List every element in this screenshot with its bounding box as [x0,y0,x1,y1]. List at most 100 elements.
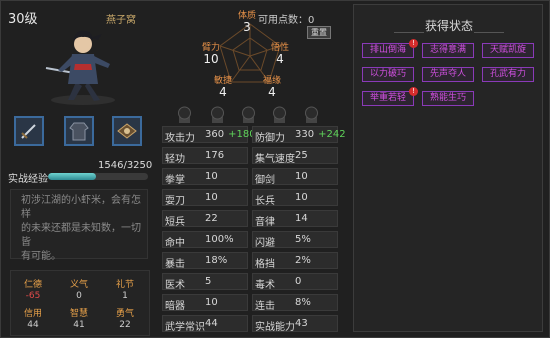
stat-row: 攻击力 360 +180 [162,126,256,144]
status-tag[interactable]: 以力破巧 [362,67,414,82]
stat-value: 44 [205,318,218,329]
gem-socket-icon[interactable] [240,104,257,124]
attribute-comprehension[interactable]: 悟性 4 [262,40,298,66]
exp-progress-fill [48,173,96,180]
trait-item: 信用 44 [13,306,53,330]
exp-progress-bar [48,173,148,180]
status-tag[interactable]: 举重若轻! [362,87,418,106]
stat-name: 实战能力 [255,322,295,333]
stat-value: 5% [295,234,311,245]
attribute-strength[interactable]: 臂力 10 [193,40,229,66]
stat-value: 0 [295,276,302,287]
trait-value: 44 [27,320,39,330]
stat-name: 御剑 [255,175,275,186]
stat-name: 暗器 [165,301,185,312]
status-label: 举重若轻 [369,93,406,103]
trait-name: 义气 [69,280,88,290]
stat-name: 拳掌 [165,175,185,186]
stat-name: 耍刀 [165,196,185,207]
stat-value: 10 [205,171,218,182]
stat-value: 10 [295,171,308,182]
stat-row: 医术 5 [162,273,248,291]
stat-name: 轻功 [165,154,185,165]
status-label: 以力破巧 [369,69,406,79]
attribute-value: 10 [203,52,219,66]
trait-item: 智慧 41 [59,306,99,330]
stat-value: 18% [205,255,228,266]
status-tag[interactable]: 排山倒海! [362,39,418,58]
status-label: 排山倒海 [369,45,406,55]
armor-slot[interactable] [64,116,94,146]
stat-name: 短兵 [165,217,185,228]
stat-row: 毒术 0 [252,273,338,291]
stat-name: 闪避 [255,238,275,249]
amulet-icon [117,123,137,139]
status-label: 天赋凯旋 [489,45,526,55]
stat-row: 防御力 330 +242 [252,126,346,144]
status-tag[interactable]: 天赋凯旋 [482,43,534,58]
accessory-slot[interactable] [112,116,142,146]
stat-row: 暗器 10 [162,294,248,312]
stat-row: 暴击 18% [162,252,248,270]
stat-name: 毒术 [255,280,275,291]
stat-value: 14 [295,213,308,224]
stat-name: 攻击力 [165,133,195,144]
status-label: 熟能生巧 [429,93,466,103]
title-divider [394,32,424,33]
robe-icon [69,122,89,141]
status-tag[interactable]: 先声夺人 [422,67,474,82]
trait-name: 信用 [23,309,42,319]
stat-value: 25 [295,150,308,161]
stat-row: 闪避 5% [252,231,338,249]
character-description: 初涉江湖的小虾米，会有怎样 的未来还都是未知数，一切皆 有可能。 [10,189,148,262]
status-tag[interactable]: 孔武有力 [482,67,534,82]
trait-name: 仁德 [23,280,42,290]
exp-label: 实战经验 [8,174,48,185]
stat-name: 连击 [255,301,275,312]
stat-row: 集气速度 25 [252,147,338,165]
description-line: 有可能。 [21,251,61,262]
gem-socket-icon[interactable] [303,104,320,124]
attribute-agility[interactable]: 敏捷 4 [205,73,241,99]
alert-badge-icon: ! [409,87,418,96]
trait-name: 勇气 [115,309,134,319]
stat-value: 10 [205,297,218,308]
attribute-constitution[interactable]: 体质 3 [229,8,265,34]
trait-value: 22 [119,320,131,330]
status-tag[interactable]: 志得意满 [422,43,474,58]
gem-socket-icon[interactable] [271,104,288,124]
stat-row: 实战能力 43 [252,315,338,333]
exp-value: 1546/3250 [98,160,153,171]
stat-name: 长兵 [255,196,275,207]
traits-panel: 仁德 -65 义气 0 礼节 1 信用 44 智慧 41 勇气 22 [10,270,150,336]
sword-icon [21,124,36,139]
stat-row: 轻功 176 [162,147,248,165]
stat-row: 耍刀 10 [162,189,248,207]
stat-value: 330 [295,129,315,140]
description-line: 初涉江湖的小虾米，会有怎样 [21,195,141,220]
stat-bonus: +242 [318,129,346,140]
status-label: 先声夺人 [429,69,466,79]
attribute-value: 4 [219,85,227,99]
stat-value: 100% [205,234,234,245]
stat-row: 短兵 22 [162,210,248,228]
stat-name: 格挡 [255,259,275,270]
stat-row: 格挡 2% [252,252,338,270]
gem-socket-icon[interactable] [209,104,226,124]
weapon-slot[interactable] [14,116,44,146]
trait-name: 智慧 [69,309,88,319]
stat-name: 暴击 [165,259,185,270]
trait-name: 礼节 [115,280,134,290]
stat-row: 音律 14 [252,210,338,228]
status-tag[interactable]: 熟能生巧 [422,91,474,106]
alert-badge-icon: ! [409,39,418,48]
reset-button[interactable]: 重置 [307,26,331,39]
attribute-fortune[interactable]: 福缘 4 [254,73,290,99]
trait-value: 1 [122,291,128,301]
stat-name: 武学常识 [165,322,205,333]
gem-socket-icon[interactable] [176,104,193,124]
trait-item: 义气 0 [59,277,99,301]
trait-item: 仁德 -65 [13,277,53,301]
character-level: 30级 [8,12,38,27]
stat-row: 拳掌 10 [162,168,248,186]
